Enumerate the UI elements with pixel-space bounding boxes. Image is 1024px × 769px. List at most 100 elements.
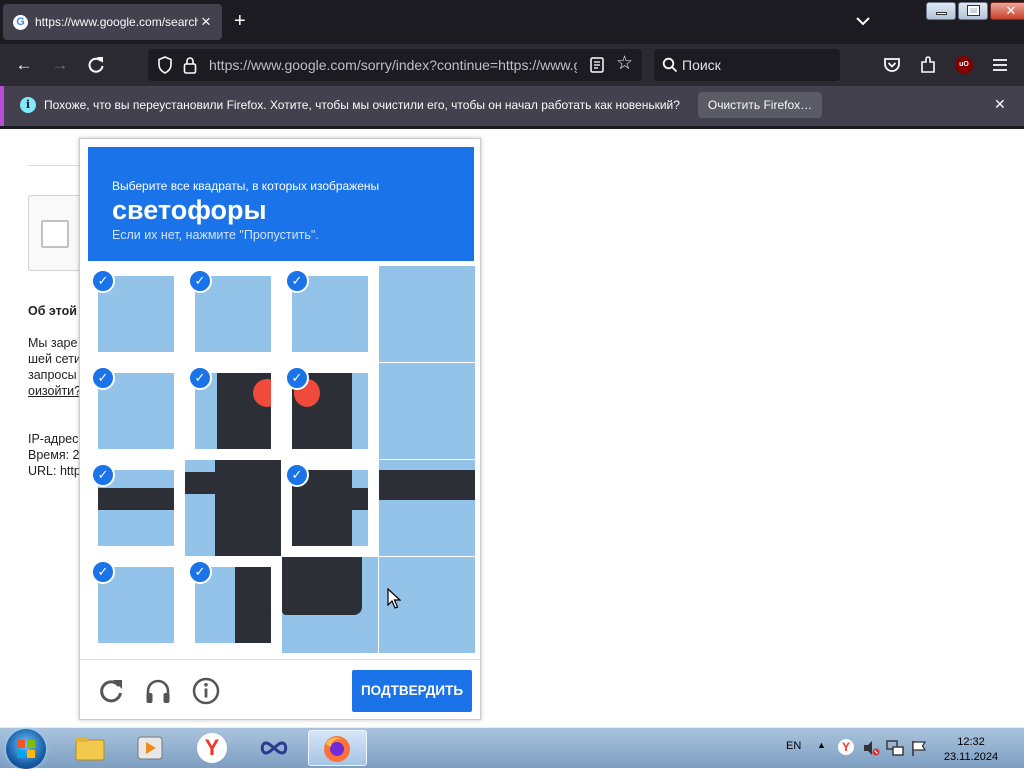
audio-challenge-icon[interactable] bbox=[143, 676, 173, 706]
challenge-tile[interactable]: ✓ bbox=[282, 363, 378, 459]
yandex-icon: Y bbox=[197, 733, 227, 763]
challenge-header: Выберите все квадраты, в которых изображ… bbox=[88, 147, 474, 261]
tile-image bbox=[379, 363, 475, 459]
media-player-taskbar-button[interactable] bbox=[127, 730, 173, 766]
tab-close-icon[interactable]: × bbox=[201, 13, 211, 31]
challenge-tile[interactable]: ✓ bbox=[282, 460, 378, 556]
challenge-tile[interactable]: ✓ bbox=[88, 266, 184, 362]
challenge-tile[interactable] bbox=[379, 460, 475, 556]
challenge-tile[interactable] bbox=[379, 363, 475, 459]
explorer-taskbar-button[interactable] bbox=[67, 730, 113, 766]
search-input[interactable] bbox=[682, 56, 832, 74]
folder-icon bbox=[75, 737, 105, 761]
start-button[interactable] bbox=[6, 729, 46, 769]
firefox-taskbar-button[interactable] bbox=[308, 730, 367, 766]
challenge-image-grid: ✓ ✓ ✓ ✓ ✓ ✓ ✓ ✓ ✓ ✓ bbox=[88, 266, 475, 653]
media-player-icon bbox=[137, 736, 163, 760]
lock-icon[interactable] bbox=[183, 56, 197, 74]
tile-selected-check-icon: ✓ bbox=[285, 366, 309, 390]
restore-icon bbox=[967, 5, 980, 16]
challenge-tile[interactable]: ✓ bbox=[185, 557, 281, 653]
tile-selected-check-icon: ✓ bbox=[91, 463, 115, 487]
new-tab-button[interactable]: + bbox=[234, 10, 246, 32]
reload-challenge-icon[interactable] bbox=[96, 676, 126, 706]
tile-selected-check-icon: ✓ bbox=[285, 269, 309, 293]
tile-selected-check-icon: ✓ bbox=[91, 269, 115, 293]
volume-muted-icon[interactable] bbox=[862, 739, 880, 757]
reload-icon[interactable] bbox=[86, 55, 106, 75]
search-box[interactable] bbox=[654, 49, 840, 81]
verify-button[interactable]: ПОДТВЕРДИТЬ bbox=[352, 670, 472, 712]
challenge-tile[interactable]: ✓ bbox=[88, 363, 184, 459]
learn-more-link[interactable]: оизойти? bbox=[28, 383, 81, 399]
about-heading: Об этой bbox=[28, 304, 77, 318]
system-clock[interactable]: 12:32 23.11.2024 bbox=[938, 735, 1004, 765]
mouse-cursor-icon bbox=[387, 588, 401, 609]
close-window-button[interactable]: ✕ bbox=[990, 2, 1024, 20]
pocket-icon[interactable] bbox=[882, 55, 902, 75]
info-help-icon[interactable] bbox=[191, 676, 221, 706]
minimize-button[interactable] bbox=[926, 2, 956, 20]
windows-taskbar: Y EN ▲ Y 12:32 23.11.2024 bbox=[0, 727, 1024, 769]
windows-logo-icon bbox=[17, 740, 35, 758]
request-url: URL: http bbox=[28, 464, 81, 478]
challenge-skip-hint: Если их нет, нажмите "Пропустить". bbox=[112, 228, 319, 242]
minimize-icon bbox=[936, 12, 947, 15]
language-indicator[interactable]: EN bbox=[786, 740, 801, 752]
tile-image bbox=[185, 460, 281, 556]
clock-date: 23.11.2024 bbox=[943, 751, 999, 763]
bookmark-star-icon[interactable]: ☆ bbox=[616, 54, 633, 74]
url-bar[interactable]: https://www.google.com/sorry/index?conti… bbox=[148, 49, 642, 81]
challenge-tile[interactable]: ✓ bbox=[88, 557, 184, 653]
forward-icon[interactable]: → bbox=[50, 55, 70, 75]
close-notification-icon[interactable]: ✕ bbox=[994, 96, 1006, 112]
network-icon[interactable] bbox=[886, 739, 904, 757]
chevron-down-icon[interactable] bbox=[854, 12, 872, 30]
infinity-icon bbox=[260, 741, 288, 755]
recaptcha-checkbox[interactable] bbox=[41, 220, 69, 248]
challenge-tile[interactable]: ✓ bbox=[185, 266, 281, 362]
yandex-browser-taskbar-button[interactable]: Y bbox=[189, 730, 235, 766]
reader-view-icon[interactable] bbox=[590, 57, 604, 73]
google-favicon-icon: G bbox=[13, 15, 28, 30]
info-icon: i bbox=[20, 97, 36, 113]
recaptcha-challenge-dialog: Выберите все квадраты, в которых изображ… bbox=[79, 138, 481, 720]
notification-message: Похоже, что вы переустановили Firefox. Х… bbox=[44, 98, 680, 112]
tab-google[interactable]: G https://www.google.com/search × bbox=[3, 4, 222, 40]
tile-selected-check-icon: ✓ bbox=[188, 560, 212, 584]
challenge-tile[interactable]: ✓ bbox=[185, 363, 281, 459]
tile-selected-check-icon: ✓ bbox=[91, 560, 115, 584]
restore-button[interactable] bbox=[958, 2, 988, 20]
challenge-tile[interactable]: ✓ bbox=[282, 266, 378, 362]
tile-selected-check-icon: ✓ bbox=[188, 366, 212, 390]
tile-image bbox=[282, 557, 378, 653]
challenge-tile[interactable] bbox=[379, 266, 475, 362]
footer-divider bbox=[80, 659, 480, 660]
extensions-icon[interactable] bbox=[918, 55, 938, 75]
challenge-tile[interactable] bbox=[185, 460, 281, 556]
show-hidden-icons[interactable]: ▲ bbox=[817, 740, 826, 750]
tile-selected-check-icon: ✓ bbox=[188, 269, 212, 293]
tile-selected-check-icon: ✓ bbox=[91, 366, 115, 390]
challenge-keyword: светофоры bbox=[112, 195, 267, 225]
tab-bar: G https://www.google.com/search × + ✕ bbox=[0, 0, 1024, 44]
challenge-tile[interactable] bbox=[282, 557, 378, 653]
url-text[interactable]: https://www.google.com/sorry/index?conti… bbox=[209, 57, 577, 73]
refresh-firefox-button[interactable]: Очистить Firefox… bbox=[698, 92, 822, 118]
shield-icon[interactable] bbox=[157, 56, 173, 74]
action-center-flag-icon[interactable] bbox=[910, 739, 928, 757]
search-icon bbox=[662, 57, 678, 73]
menu-icon[interactable] bbox=[990, 55, 1010, 75]
ublock-origin-icon[interactable]: uO bbox=[955, 56, 973, 74]
nav-bar: ← → https://www.google.com/sorry/index?c… bbox=[0, 44, 1024, 86]
back-icon[interactable]: ← bbox=[14, 55, 34, 75]
yandex-tray-icon[interactable]: Y bbox=[838, 739, 854, 755]
reset-notification-bar: i Похоже, что вы переустановили Firefox.… bbox=[0, 86, 1024, 126]
tile-image bbox=[379, 460, 475, 556]
tab-title: https://www.google.com/search bbox=[35, 15, 198, 29]
app-taskbar-button[interactable] bbox=[251, 730, 297, 766]
about-text-3: запросы bbox=[28, 368, 77, 382]
challenge-tile[interactable]: ✓ bbox=[88, 460, 184, 556]
about-text-1: Мы заре bbox=[28, 336, 78, 350]
clock-time: 12:32 bbox=[957, 736, 985, 748]
